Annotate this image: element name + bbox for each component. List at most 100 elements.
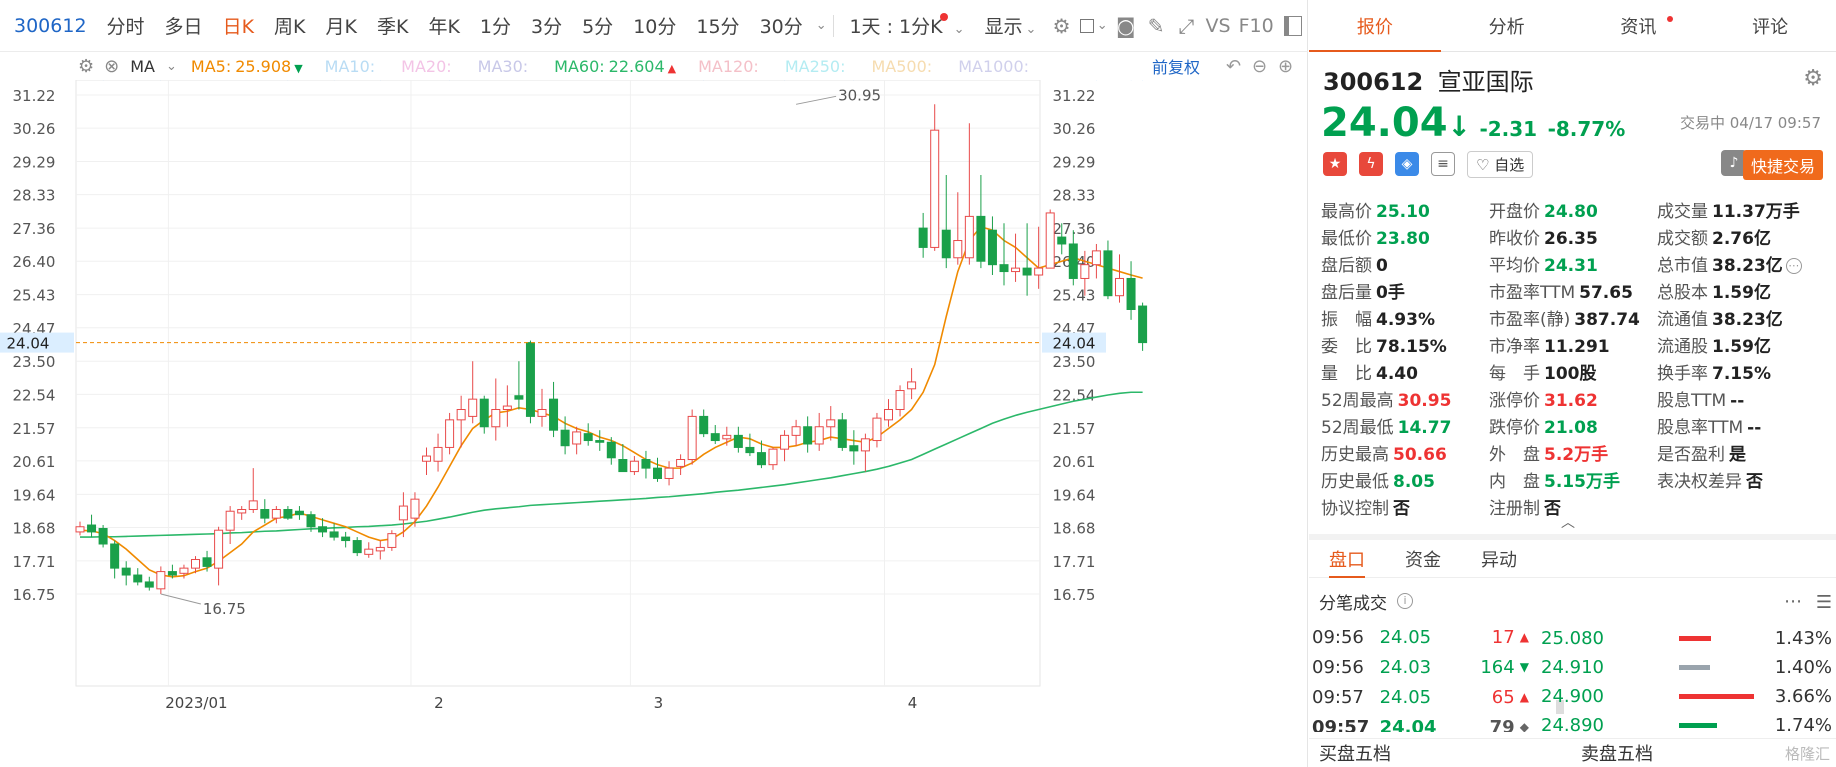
quote-value: 0	[1376, 256, 1388, 276]
period-12[interactable]: 30分	[750, 12, 813, 39]
undo-icon[interactable]: ↶	[1226, 56, 1241, 77]
chevron-down-icon[interactable]: ⌄	[816, 18, 827, 33]
adjust-mode-button[interactable]: 前复权	[1152, 54, 1200, 78]
quote-label: 52周最高	[1321, 391, 1394, 411]
y-tick-right: 27.36	[1053, 220, 1096, 238]
period-9[interactable]: 5分	[572, 12, 623, 39]
ma-item-2[interactable]: MA20:	[401, 57, 456, 76]
y-tick-left: 22.54	[13, 386, 56, 404]
more-icon[interactable]: ⋯	[1784, 591, 1802, 612]
tab-2[interactable]: 资讯	[1573, 0, 1705, 51]
more-icon[interactable]: ⋯	[1785, 258, 1802, 274]
ma-item-4[interactable]: MA60: 22.604 ▲	[554, 57, 676, 76]
candle-body	[953, 240, 963, 259]
ma-arrow-icon: ▼	[294, 61, 303, 75]
quote-value: 11.291	[1544, 337, 1610, 357]
quote-label: 成交额	[1657, 229, 1708, 249]
trade-status: 交易中 04/17 09:57	[1680, 114, 1821, 132]
quote-value: 否	[1393, 499, 1410, 519]
ma-item-3[interactable]: MA30:	[478, 57, 533, 76]
y-tick-left: 26.40	[13, 253, 56, 271]
ask-levels-title[interactable]: 卖盘五档	[1581, 740, 1653, 766]
notification-dot	[1667, 16, 1674, 22]
ticks-title: 分笔成交	[1319, 593, 1387, 614]
zoom-out-icon[interactable]: ⊖	[1252, 56, 1267, 77]
sub-tab-2[interactable]: 异动	[1481, 540, 1517, 578]
quote-row: 委 比 78.15% 市净率 11.291 流通股 1.59亿	[1321, 331, 1831, 358]
f10-button[interactable]: F10	[1235, 15, 1278, 37]
candle-body	[768, 448, 778, 466]
period-11[interactable]: 15分	[686, 12, 749, 39]
kline-chart[interactable]: 31.22 31.22 30.26 30.26 29.29 29.29 28.33 28.33…	[0, 80, 1308, 767]
tick-direction-icon: ◆	[1519, 720, 1529, 732]
ma-type-label[interactable]: MA	[130, 57, 155, 76]
chevron-down-icon[interactable]: ⌄	[166, 59, 177, 74]
period-10[interactable]: 10分	[623, 12, 686, 39]
tag-icon[interactable]: ◈	[1395, 152, 1419, 176]
ma-item-5[interactable]: MA120:	[698, 57, 763, 76]
candle-body	[306, 514, 316, 528]
period-4[interactable]: 月K	[316, 12, 367, 39]
quote-label: 市盈率TTM	[1489, 283, 1576, 303]
min-annotation: 16.75	[203, 600, 246, 618]
quote-label: 股息TTM	[1657, 391, 1727, 411]
sub-tab-0[interactable]: 盘口	[1329, 540, 1365, 578]
candle-body	[860, 438, 870, 452]
ma-item-7[interactable]: MA500:	[872, 57, 937, 76]
lightning-icon[interactable]: ϟ	[1359, 152, 1383, 176]
ma-item-6[interactable]: MA250:	[785, 57, 850, 76]
tick-volume: 79	[1489, 716, 1515, 733]
ma-item-0[interactable]: MA5: 25.908 ▼	[191, 57, 303, 76]
quote-cell: 振 幅 4.93%	[1321, 305, 1489, 330]
candle-body	[375, 546, 385, 552]
candle-body	[1068, 243, 1078, 279]
add-watchlist-button[interactable]: ♡ 自选	[1467, 150, 1534, 178]
ma-value: 25.908	[235, 56, 292, 76]
period-2[interactable]: 日K	[213, 12, 264, 39]
close-circle-icon[interactable]: ⊗	[104, 56, 119, 77]
pencil-icon[interactable]: ✎	[1144, 11, 1168, 41]
quote-label: 总股本	[1657, 283, 1708, 303]
candle-body	[537, 409, 547, 417]
period-8[interactable]: 3分	[521, 12, 572, 39]
sidebar-toggle-icon[interactable]	[1281, 11, 1305, 41]
info-icon[interactable]: i	[1397, 593, 1413, 609]
period-7[interactable]: 1分	[470, 12, 521, 39]
quote-row: 52周最低 14.77 跌停价 21.08 股息率TTM --	[1321, 412, 1831, 439]
gear-icon[interactable]: ⚙	[78, 56, 94, 77]
toolbar-stock-code[interactable]: 300612	[0, 15, 97, 37]
quote-cell: 表决权差异否	[1657, 467, 1825, 492]
checkbox-icon[interactable]: ⌄	[1079, 11, 1108, 41]
quick-trade-button[interactable]: 快捷交易	[1742, 150, 1823, 180]
ticks-list: 09:56 24.05 17 ▲ 09:56 24.03 164 ▼ 09:57 24.05 65 ▲…	[1309, 622, 1534, 733]
sub-tab-1[interactable]: 资金	[1405, 540, 1441, 578]
tick-price: 24.05	[1379, 686, 1432, 708]
ma-item-8[interactable]: MA1000:	[958, 57, 1033, 76]
period-3[interactable]: 周K	[264, 12, 315, 39]
period-5[interactable]: 季K	[367, 12, 418, 39]
gear-icon[interactable]: ⚙	[1803, 66, 1823, 91]
tab-1[interactable]: 分析	[1441, 0, 1573, 51]
vs-button[interactable]: VS	[1202, 15, 1235, 37]
zoom-in-icon[interactable]: ⊕	[1278, 56, 1293, 77]
chevron-up-icon[interactable]: ︿	[1561, 512, 1575, 532]
fullscreen-icon[interactable]: ⤢	[1174, 11, 1198, 41]
period-0[interactable]: 分时	[97, 12, 155, 39]
candle-body	[837, 419, 847, 448]
camera-icon[interactable]: ◙	[1114, 11, 1138, 41]
interval-select[interactable]: 1天 : 1分K ⌄	[839, 12, 974, 39]
note-icon[interactable]: ≡	[1431, 152, 1455, 176]
period-6[interactable]: 年K	[418, 12, 469, 39]
bid-levels-title[interactable]: 买盘五档	[1319, 740, 1391, 766]
candle-body	[329, 531, 339, 538]
watermark-logo: 格隆汇	[1784, 745, 1830, 763]
tick-time: 09:57	[1312, 686, 1364, 708]
display-dropdown[interactable]: 显示 ⌄	[975, 12, 1047, 39]
ma-item-1[interactable]: MA10:	[325, 57, 380, 76]
candle-body	[803, 426, 813, 445]
list-icon[interactable]: ☰	[1816, 592, 1832, 613]
tab-0[interactable]: 报价	[1309, 0, 1441, 52]
period-1[interactable]: 多日	[155, 12, 213, 39]
tab-3[interactable]: 评论	[1704, 0, 1836, 51]
gear-icon[interactable]: ⚙	[1049, 11, 1073, 41]
